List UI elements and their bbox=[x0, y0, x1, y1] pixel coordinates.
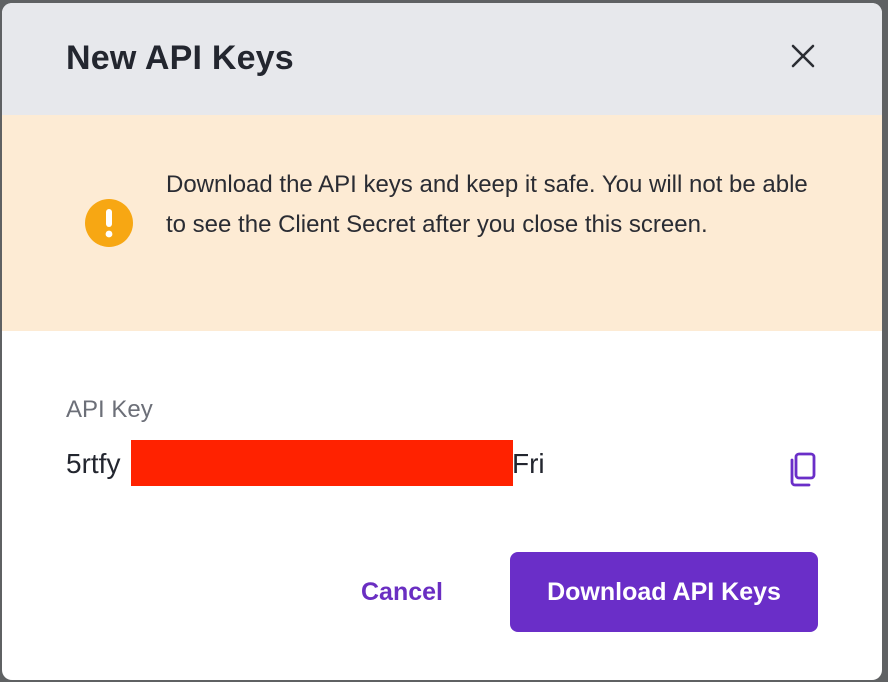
dialog-header: New API Keys bbox=[2, 3, 882, 115]
redaction-bar bbox=[131, 440, 513, 486]
api-key-prefix: 5rtfy bbox=[66, 448, 121, 479]
exclamation-circle-icon bbox=[85, 199, 133, 247]
close-icon bbox=[791, 44, 815, 68]
copy-icon bbox=[790, 452, 816, 487]
new-api-keys-dialog: New API Keys Download the API keys and k… bbox=[2, 3, 882, 680]
api-key-label: API Key bbox=[66, 396, 153, 423]
cancel-button[interactable]: Cancel bbox=[342, 553, 462, 631]
api-key-suffix: Fri bbox=[512, 448, 545, 479]
api-key-value: 5rtfy Fri bbox=[66, 438, 826, 488]
download-api-keys-button[interactable]: Download API Keys bbox=[510, 552, 818, 632]
copy-api-key-button[interactable] bbox=[786, 452, 818, 488]
warning-banner: Download the API keys and keep it safe. … bbox=[2, 115, 882, 331]
close-button[interactable] bbox=[788, 41, 818, 71]
dialog-title: New API Keys bbox=[66, 39, 294, 77]
warning-message: Download the API keys and keep it safe. … bbox=[166, 171, 808, 238]
